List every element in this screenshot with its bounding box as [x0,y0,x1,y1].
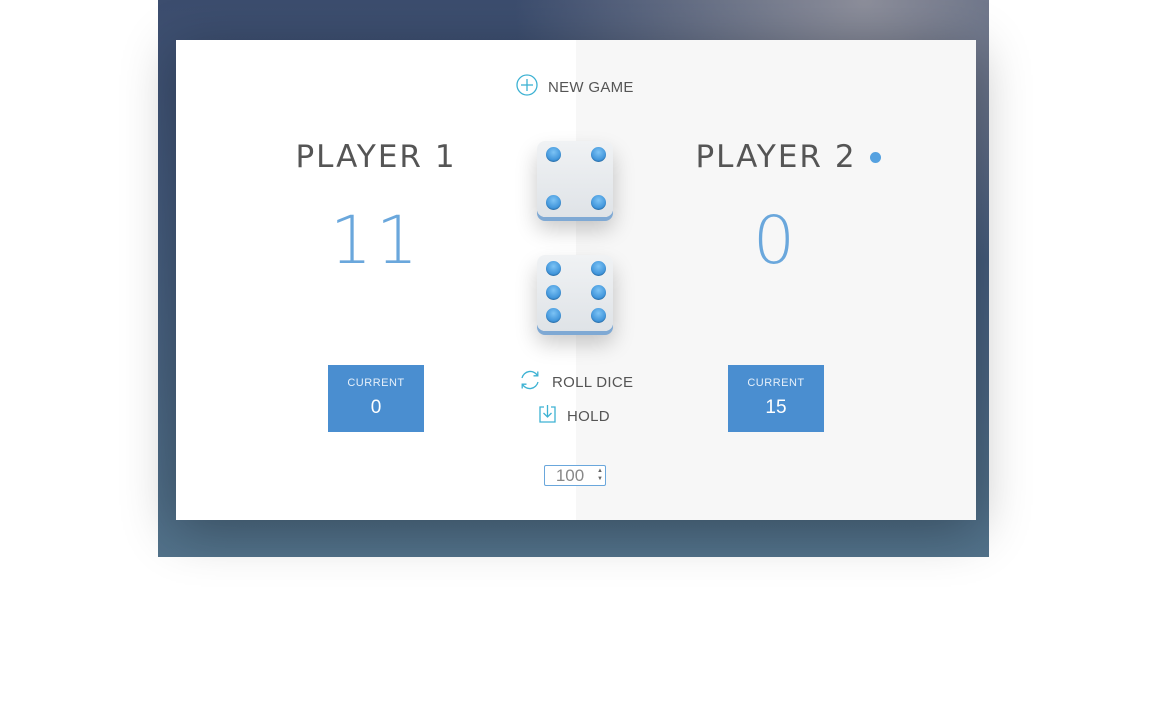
hold-label: HOLD [567,407,610,425]
player-2-current-box: CURRENT 15 [728,365,824,432]
hold-button[interactable]: HOLD [538,404,610,428]
player-2-current-value: 15 [765,397,787,418]
dice-1-pip [546,147,561,162]
dice-1-pip [591,195,606,210]
download-icon [538,404,557,428]
new-game-button[interactable]: NEW GAME [516,74,634,100]
player-1-panel: PLAYER 1 11 CURRENT 0 [176,40,576,520]
dice-1-pip [546,195,561,210]
active-player-indicator [870,152,881,163]
dice-2-pip [591,285,606,300]
player-1-current-value: 0 [370,397,382,418]
new-game-label: NEW GAME [548,78,634,96]
dice-2 [537,255,613,331]
dice-2-pip [546,285,561,300]
stepper-up-icon[interactable]: ▲ [596,467,604,475]
game-board: PLAYER 1 11 CURRENT 0 PLAYER 2 0 CURRENT… [176,40,976,520]
player-2-score: 0 [753,202,799,279]
roll-dice-label: ROLL DICE [552,373,634,391]
dice-2-pip [546,308,561,323]
dice-2-pip [591,308,606,323]
plus-circle-icon [516,74,538,100]
player-2-current-label: CURRENT [747,377,805,389]
player-2-name: PLAYER 2 [576,136,976,175]
dice-2-pip [591,261,606,276]
winning-score-stepper[interactable]: ▲ ▼ [596,467,604,484]
dice-1 [537,141,613,217]
dice-1-pip [591,147,606,162]
dice-2-pip [546,261,561,276]
player-2-panel: PLAYER 2 0 CURRENT 15 [576,40,976,520]
refresh-icon [518,368,542,396]
player-1-current-box: CURRENT 0 [328,365,424,432]
player-2-name-text: PLAYER 2 [695,139,857,175]
player-1-name-text: PLAYER 1 [295,139,457,175]
player-1-current-label: CURRENT [347,377,405,389]
player-1-name: PLAYER 1 [176,136,576,175]
stepper-down-icon[interactable]: ▼ [596,475,604,483]
roll-dice-button[interactable]: ROLL DICE [518,368,633,396]
player-1-score: 11 [330,202,422,279]
